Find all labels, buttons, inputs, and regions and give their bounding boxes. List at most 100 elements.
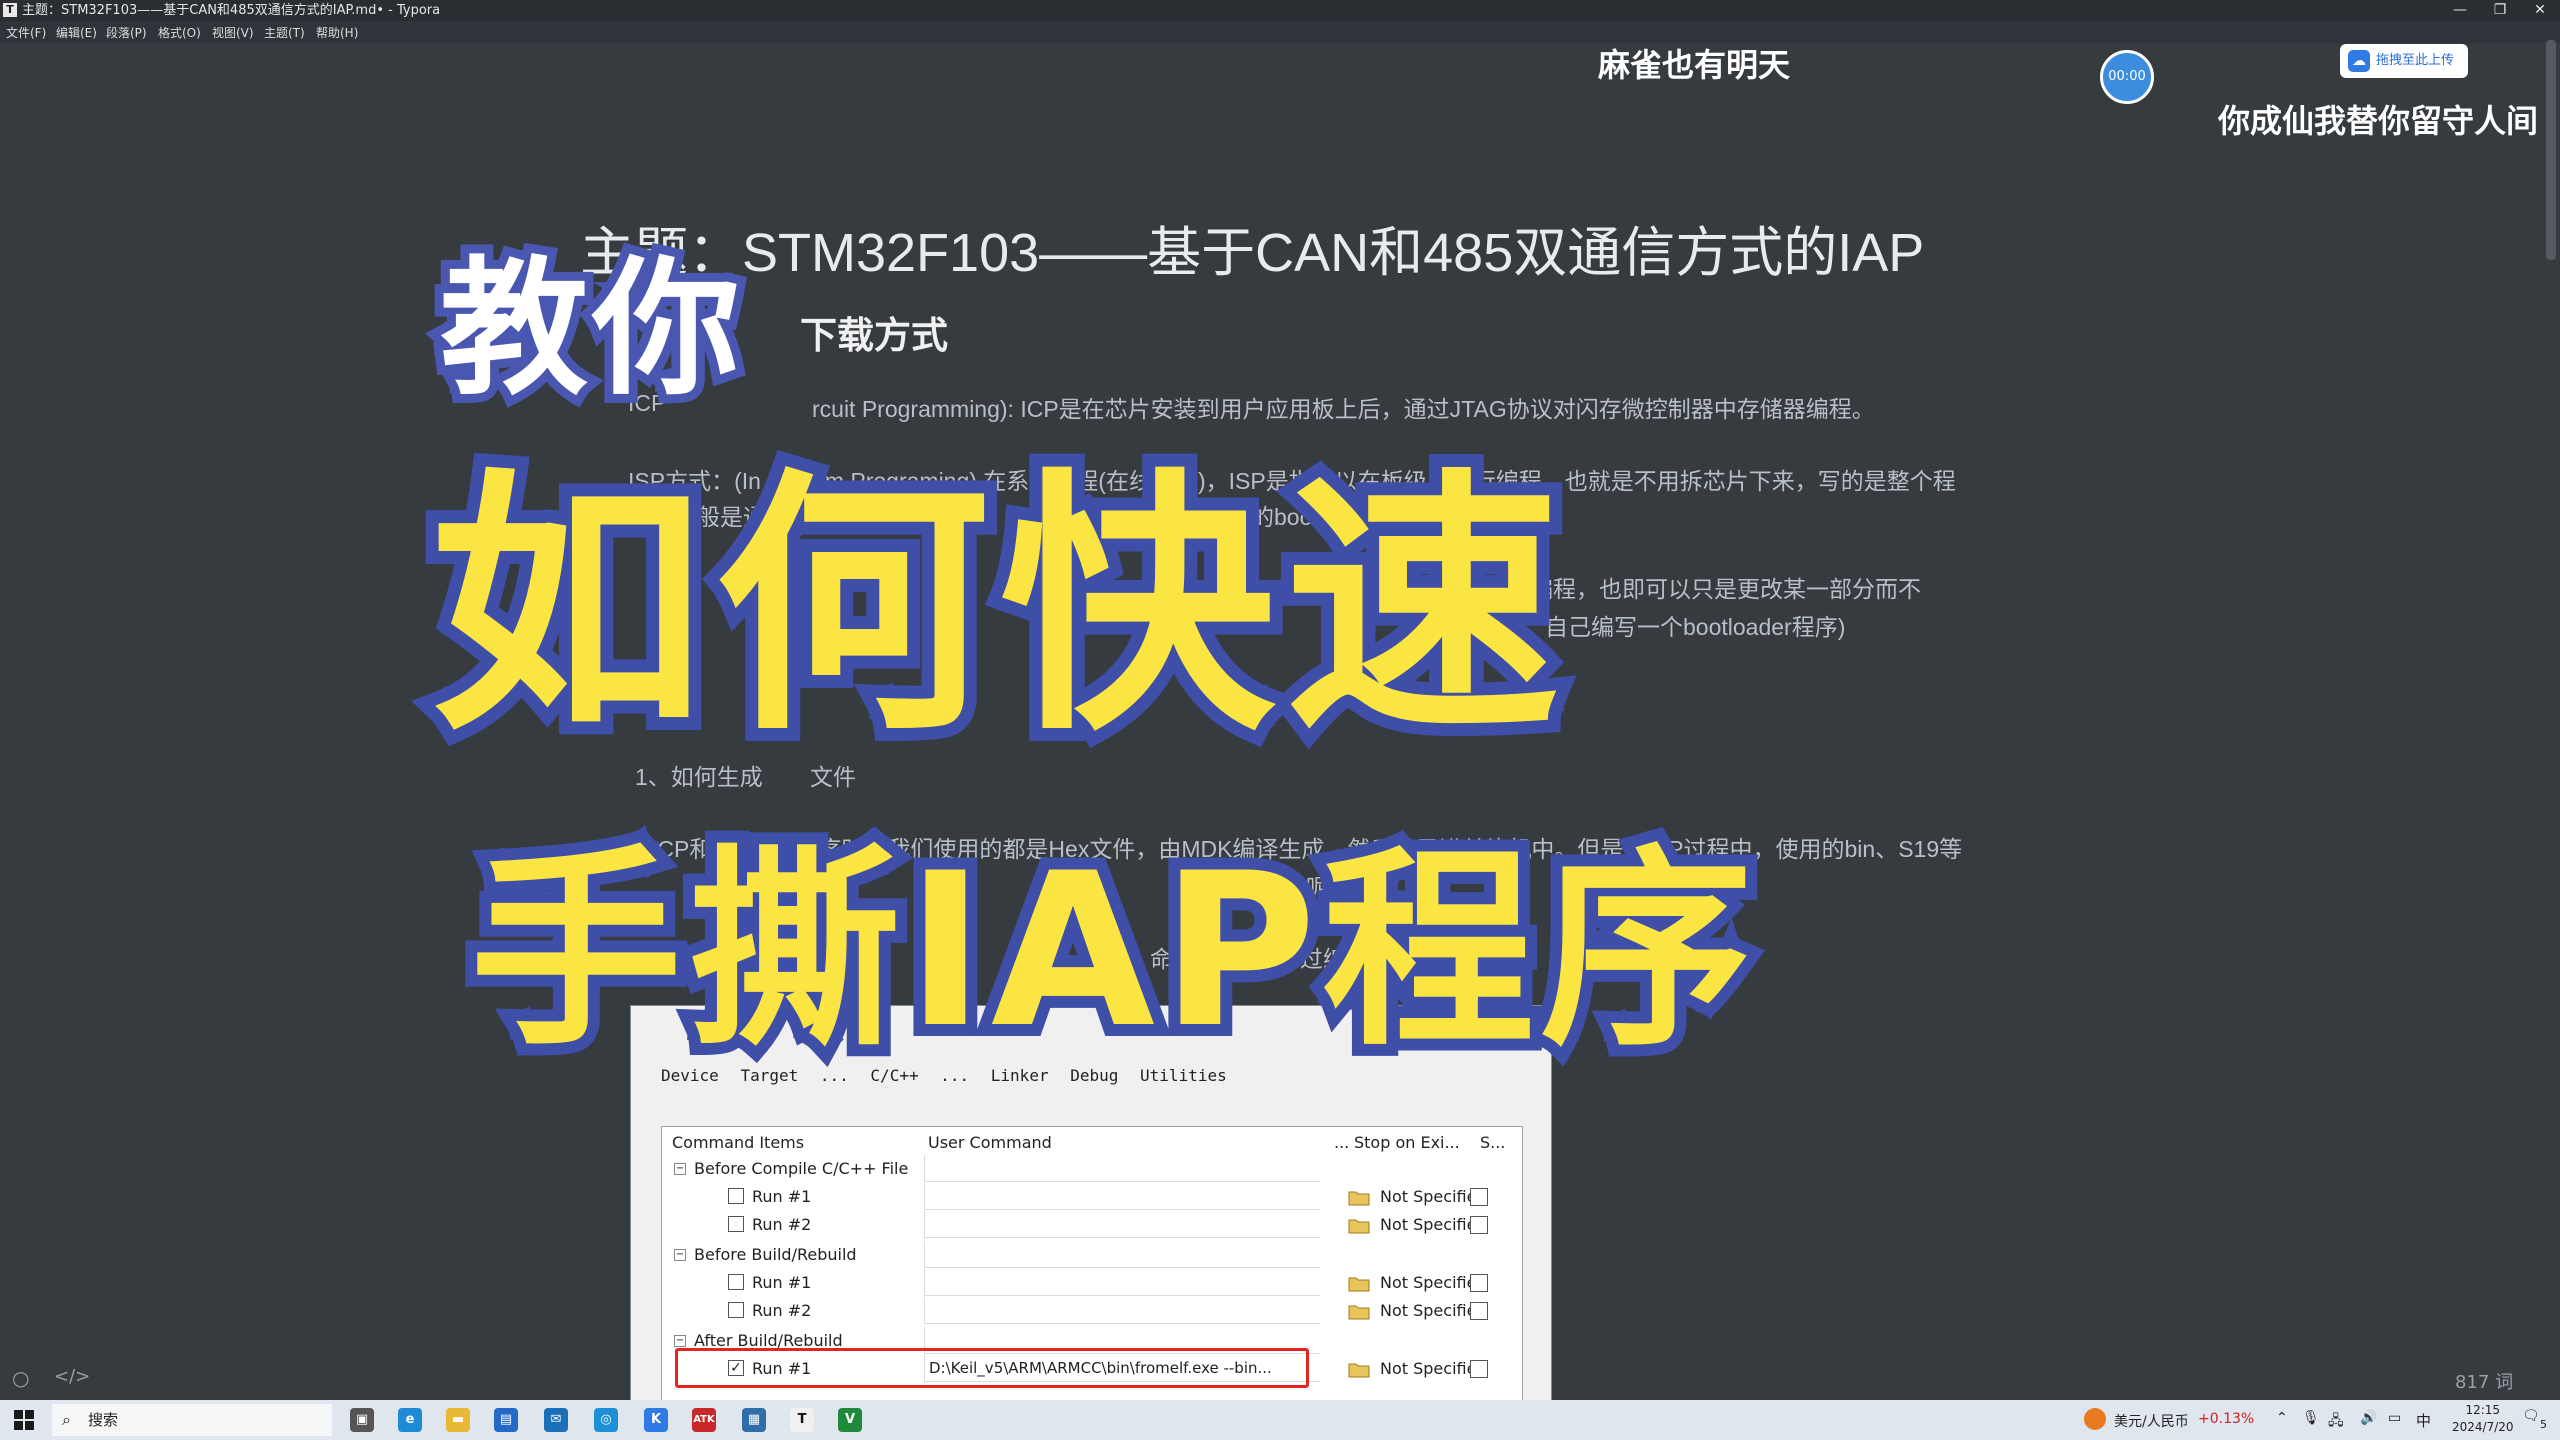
run-checkbox[interactable] — [728, 1302, 744, 1318]
recording-timer[interactable]: 00:00 — [2100, 50, 2154, 104]
s-checkbox[interactable] — [1470, 1274, 1488, 1292]
group-before-build: − Before Build/Rebuild — [662, 1241, 1522, 1269]
network-icon[interactable]: 🖧 — [2328, 1410, 2344, 1434]
s-checkbox[interactable] — [1470, 1188, 1488, 1206]
app-k-icon[interactable]: K — [644, 1408, 668, 1432]
source-code-mode-icon[interactable]: </> — [54, 1366, 90, 1387]
menu-help[interactable]: 帮助(H) — [316, 24, 358, 41]
user-command-field[interactable] — [924, 1269, 1320, 1296]
header-dots: ... — [1334, 1133, 1350, 1152]
overlay-title-line2: 如何快速 — [417, 447, 1573, 767]
table-row: Run #2 Not Specified — [662, 1297, 1522, 1325]
notification-icon[interactable]: 🗨 — [2522, 1408, 2540, 1424]
s-checkbox[interactable] — [1470, 1302, 1488, 1320]
currency-widget-icon[interactable] — [2084, 1408, 2106, 1430]
icp-text: rcuit Programming): ICP是在芯片安装到用户应用板上后，通过… — [812, 396, 1875, 422]
collapse-icon[interactable]: − — [674, 1249, 686, 1261]
table-row: Run #2 Not Specified — [662, 1211, 1522, 1239]
keil-icon[interactable]: V — [838, 1408, 862, 1432]
editor-scrollbar[interactable] — [2546, 40, 2556, 260]
group-before-compile: − Before Compile C/C++ File — [662, 1155, 1522, 1183]
overlay-top-right-caption: 你成仙我替你留守人间 — [2218, 102, 2539, 140]
volume-icon[interactable]: 🔊 — [2360, 1410, 2377, 1426]
battery-icon[interactable]: ▭ — [2388, 1410, 2401, 1426]
store-icon[interactable]: ▤ — [494, 1408, 518, 1432]
user-command-field[interactable] — [924, 1211, 1320, 1238]
collapse-icon[interactable]: − — [674, 1163, 686, 1175]
overlay-title-line3: 手撕IAP程序 — [458, 827, 1764, 1074]
s-checkbox[interactable] — [1470, 1360, 1488, 1378]
menu-file[interactable]: 文件(F) — [6, 24, 46, 41]
group-label: Before Build/Rebuild — [694, 1245, 857, 1264]
upload-button[interactable]: ☁ 拖拽至此上传 — [2340, 44, 2468, 78]
menu-edit[interactable]: 编辑(E) — [56, 24, 97, 41]
overlay-top-center-caption: 麻雀也有明天 — [1598, 46, 1791, 84]
search-placeholder: 搜索 — [88, 1411, 119, 1429]
notification-count: 5 — [2540, 1418, 2547, 1431]
header-command-items: Command Items — [672, 1133, 805, 1152]
outline-toggle-icon[interactable]: ○ — [12, 1366, 29, 1390]
collapse-icon[interactable]: − — [674, 1335, 686, 1347]
table-row: Run #1 Not Specified — [662, 1183, 1522, 1211]
table-row: Run #1 Not Specified — [662, 1269, 1522, 1297]
iap-text-line2: 自己编写一个bootloader程序) — [1545, 614, 1846, 640]
word-count[interactable]: 817 词 — [2455, 1368, 2513, 1394]
run-label: Run #2 — [752, 1301, 812, 1320]
typora-taskbar-icon[interactable]: T — [790, 1408, 814, 1432]
folder-icon[interactable] — [1348, 1188, 1370, 1206]
run-checkbox[interactable] — [728, 1274, 744, 1290]
menu-format[interactable]: 格式(O) — [158, 24, 201, 41]
input-method-indicator[interactable]: 中 — [2416, 1410, 2431, 1431]
system-tray: 美元/人民币 +0.13% ⌃ 🎙 🖧 🔊 ▭ 中 12:15 2024/7/2… — [2070, 1400, 2560, 1440]
section-heading: 下载方式 — [800, 314, 948, 357]
app-atk-icon[interactable]: ATK — [692, 1408, 716, 1432]
minimize-button[interactable]: — — [2440, 0, 2480, 21]
typora-app-icon: T — [3, 3, 17, 17]
header-user-command: User Command — [928, 1133, 1052, 1152]
task-view-icon[interactable]: ▣ — [350, 1408, 374, 1432]
currency-pair[interactable]: 美元/人民币 — [2114, 1411, 2189, 1431]
folder-icon[interactable] — [1348, 1302, 1370, 1320]
clock-date: 2024/7/20 — [2452, 1420, 2514, 1434]
calculator-icon[interactable]: ▦ — [742, 1408, 766, 1432]
group-cmd-cell — [924, 1241, 1320, 1268]
run-label: Run #1 — [752, 1273, 812, 1292]
group-label: Before Compile C/C++ File — [694, 1159, 909, 1178]
edge-browser-icon[interactable]: e — [398, 1408, 422, 1432]
folder-icon[interactable] — [1348, 1360, 1370, 1378]
window-title: 主题：STM32F103——基于CAN和485双通信方式的IAP.md• - T… — [22, 3, 441, 18]
user-command-field[interactable] — [924, 1297, 1320, 1324]
highlight-box — [675, 1348, 1309, 1388]
clock[interactable]: 12:15 2024/7/20 — [2452, 1402, 2514, 1436]
window-title-bar: T 主题：STM32F103——基于CAN和485双通信方式的IAP.md• -… — [0, 0, 2560, 21]
menu-bar: 文件(F) 编辑(E) 段落(P) 格式(O) 视图(V) 主题(T) 帮助(H… — [0, 21, 2560, 43]
header-stop-on-exit: Stop on Exi... — [1354, 1133, 1460, 1152]
windows-taskbar: ⌕ 搜索 ▣ e ▬ ▤ ✉ ◎ K ATK ▦ T V 美元/人民币 +0.1… — [0, 1400, 2560, 1440]
windows-start-icon[interactable] — [14, 1410, 34, 1430]
maximize-button[interactable]: ❐ — [2480, 0, 2520, 21]
folder-icon[interactable] — [1348, 1216, 1370, 1234]
file-explorer-icon[interactable]: ▬ — [446, 1408, 470, 1432]
upload-label: 拖拽至此上传 — [2376, 53, 2455, 68]
folder-icon[interactable] — [1348, 1274, 1370, 1292]
iap-text-line1: 编程，也即可以只是更改某一部分而不 — [1530, 576, 1921, 602]
menu-paragraph[interactable]: 段落(P) — [106, 24, 147, 41]
user-command-field[interactable] — [924, 1183, 1320, 1210]
run-label: Run #2 — [752, 1215, 812, 1234]
run-checkbox[interactable] — [728, 1188, 744, 1204]
search-icon: ⌕ — [62, 1410, 71, 1429]
overlay-title-line1: 教你 — [431, 243, 749, 415]
microphone-icon[interactable]: 🎙 — [2302, 1410, 2320, 1426]
taskbar-search-input[interactable]: ⌕ 搜索 — [52, 1404, 332, 1436]
s-checkbox[interactable] — [1470, 1216, 1488, 1234]
run-checkbox[interactable] — [728, 1216, 744, 1232]
cloud-upload-icon: ☁ — [2348, 50, 2370, 72]
browser-icon[interactable]: ◎ — [594, 1408, 618, 1432]
close-button[interactable]: ✕ — [2520, 0, 2560, 21]
document-title: 主题：STM32F103——基于CAN和485双通信方式的IAP — [580, 223, 1925, 283]
menu-theme[interactable]: 主题(T) — [264, 24, 305, 41]
mail-icon[interactable]: ✉ — [544, 1408, 568, 1432]
tray-chevron-icon[interactable]: ⌃ — [2276, 1410, 2288, 1426]
menu-view[interactable]: 视图(V) — [212, 24, 254, 41]
header-s: S... — [1480, 1133, 1506, 1152]
